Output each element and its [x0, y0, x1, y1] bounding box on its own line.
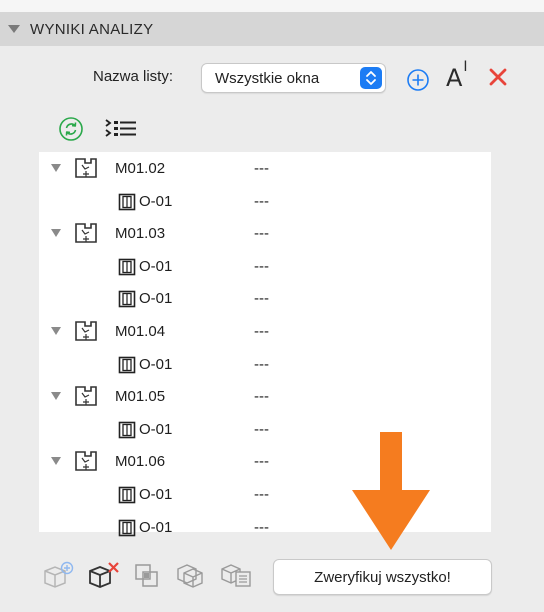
top-strip: [0, 0, 544, 12]
bottom-toolbar: Zweryfikuj wszystko!: [0, 555, 544, 599]
zone-value: ---: [254, 160, 269, 177]
zone-row[interactable]: M01.02 ---: [39, 152, 491, 184]
zone-value: ---: [254, 323, 269, 340]
zone-name: M01.03: [115, 225, 166, 243]
element-name: O-01: [139, 420, 173, 438]
remove-zone-icon[interactable]: [87, 561, 121, 594]
zone-name: M01.06: [115, 453, 166, 471]
list-name-selected: Wszystkie okna: [215, 69, 320, 87]
element-row[interactable]: O-01 ---: [39, 348, 491, 380]
zone-list-icon[interactable]: [219, 561, 253, 594]
element-row[interactable]: O-01 ---: [39, 282, 491, 314]
orange-down-arrow-icon: [352, 432, 430, 550]
expand-arrow-icon[interactable]: [51, 392, 61, 401]
zone-name: M01.04: [115, 323, 166, 340]
element-value: ---: [254, 257, 269, 275]
element-value: ---: [254, 420, 269, 438]
zone-name: M01.02: [115, 160, 166, 177]
element-row[interactable]: O-01 ---: [39, 185, 491, 217]
add-zone-icon[interactable]: [42, 561, 76, 594]
zone-icon: [73, 222, 103, 249]
zone-row[interactable]: M01.03 ---: [39, 217, 491, 249]
zone-value: ---: [254, 453, 269, 471]
zone-group-icon[interactable]: [175, 561, 205, 594]
delete-icon[interactable]: [487, 66, 509, 93]
tree-toolbar: [0, 112, 544, 146]
list-selector-row: Nazwa listy: Wszystkie okna AI: [0, 58, 544, 98]
refresh-icon[interactable]: [58, 116, 84, 147]
element-value: ---: [254, 355, 269, 373]
verify-all-button[interactable]: Zweryfikuj wszystko!: [273, 559, 492, 595]
element-name: O-01: [139, 355, 173, 373]
element-name: O-01: [139, 486, 173, 503]
window-icon: [118, 193, 136, 216]
window-icon: [118, 421, 136, 444]
element-name: O-01: [139, 290, 173, 308]
select-element-icon[interactable]: [133, 561, 161, 594]
expand-all-icon[interactable]: [104, 116, 138, 145]
element-value: ---: [254, 290, 269, 308]
element-name: O-01: [139, 192, 173, 210]
expand-arrow-icon[interactable]: [51, 164, 61, 172]
element-name: O-01: [139, 518, 173, 536]
rename-cursor: I: [463, 59, 468, 75]
expand-arrow-icon[interactable]: [51, 327, 61, 335]
window-icon: [118, 290, 136, 313]
section-header[interactable]: WYNIKI ANALIZY: [0, 12, 544, 46]
zone-icon: [73, 157, 103, 184]
zone-row[interactable]: M01.04 ---: [39, 315, 491, 347]
collapse-triangle-icon[interactable]: [8, 25, 20, 33]
list-name-label: Nazwa listy:: [93, 68, 174, 85]
zone-value: ---: [254, 225, 269, 243]
zone-icon: [73, 385, 103, 412]
zone-icon: [73, 450, 103, 477]
element-row[interactable]: O-01 ---: [39, 250, 491, 282]
section-title: WYNIKI ANALIZY: [30, 20, 154, 38]
element-name: O-01: [139, 257, 173, 275]
rename-glyph: A: [446, 64, 463, 92]
window-icon: [118, 356, 136, 379]
window-icon: [118, 519, 136, 542]
element-value: ---: [254, 518, 269, 536]
zone-name: M01.05: [115, 388, 166, 406]
expand-arrow-icon[interactable]: [51, 229, 61, 238]
element-value: ---: [254, 486, 269, 503]
zone-icon: [73, 320, 103, 347]
window-icon: [118, 486, 136, 509]
zone-row[interactable]: M01.05 ---: [39, 380, 491, 412]
list-name-select[interactable]: Wszystkie okna: [201, 63, 386, 93]
element-value: ---: [254, 192, 269, 210]
expand-arrow-icon[interactable]: [51, 457, 61, 466]
select-stepper-icon: [360, 67, 382, 89]
rename-icon[interactable]: AI: [446, 59, 468, 92]
window-icon: [118, 258, 136, 281]
zone-value: ---: [254, 388, 269, 406]
add-list-icon[interactable]: [406, 68, 430, 97]
